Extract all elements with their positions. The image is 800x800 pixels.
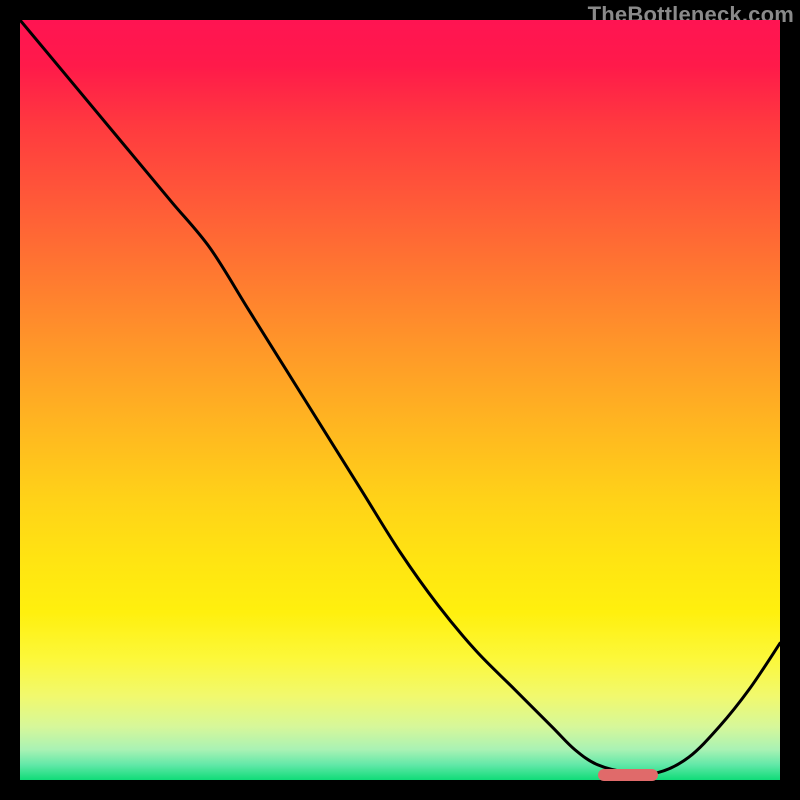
- plot-area: [20, 20, 780, 780]
- optimal-range-marker: [598, 769, 659, 781]
- bottleneck-curve: [20, 20, 780, 780]
- chart-frame: TheBottleneck.com: [0, 0, 800, 800]
